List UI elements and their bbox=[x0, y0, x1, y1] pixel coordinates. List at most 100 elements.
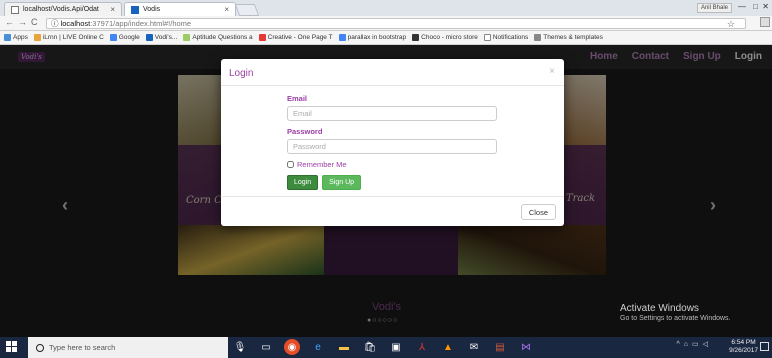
photos-icon[interactable]: ▣ bbox=[388, 339, 404, 355]
bookmark-label: Choco - micro store bbox=[421, 34, 478, 41]
close-window-icon[interactable]: ✕ bbox=[762, 2, 769, 11]
url-host: localhost bbox=[60, 19, 91, 28]
clock-date: 9/26/2017 bbox=[729, 347, 758, 354]
activate-subtitle: Go to Settings to activate Windows. bbox=[620, 315, 731, 322]
bookmarks-bar: Apps iLrnn | LIVE Online C Google Vodi's… bbox=[0, 31, 772, 45]
volume-icon[interactable]: ◁ bbox=[703, 340, 708, 348]
ilrnn-icon bbox=[33, 34, 41, 41]
bookmark-apps[interactable]: Apps bbox=[4, 34, 28, 41]
email-field[interactable] bbox=[287, 106, 497, 121]
login-modal: Login × Email Password Remember Me Login bbox=[221, 59, 564, 226]
activate-title: Activate Windows bbox=[620, 303, 699, 314]
bookmark-ilrnn[interactable]: iLrnn | LIVE Online C bbox=[33, 34, 104, 41]
bookmark-vodis[interactable]: Vodi's... bbox=[145, 34, 178, 41]
bookmark-label: Notifications bbox=[492, 34, 529, 41]
new-tab-button[interactable] bbox=[234, 4, 260, 16]
tab-close-icon[interactable]: × bbox=[110, 5, 115, 14]
vodis-favicon-icon bbox=[131, 5, 139, 14]
tab-label: localhost/Vodis.Api/Odat bbox=[23, 6, 99, 13]
bookmark-creative[interactable]: Creative - One Page T bbox=[258, 34, 333, 41]
microphone-icon[interactable]: 🎙 bbox=[232, 339, 248, 355]
taskbar-search-placeholder: Type here to search bbox=[49, 343, 116, 352]
chrome-icon[interactable]: ◉ bbox=[284, 339, 300, 355]
bookmark-google[interactable]: Google bbox=[109, 34, 140, 41]
modal-header: Login × bbox=[221, 59, 564, 86]
email-label: Email bbox=[287, 94, 308, 103]
url-input[interactable]: ⓘ localhost:37971/app/index.html#!/home … bbox=[46, 18, 746, 29]
clock-time: 6:54 PM bbox=[731, 339, 756, 346]
info-icon: ⓘ bbox=[51, 19, 61, 28]
bookmark-notifications[interactable]: Notifications bbox=[483, 34, 529, 41]
aptitude-icon bbox=[183, 34, 191, 41]
google-icon bbox=[338, 34, 346, 41]
show-hidden-icons-icon[interactable]: ^ bbox=[676, 341, 679, 348]
taskbar-apps: 🎙 ▭ ◉ e ▬ 🛍 ▣ ⅄ ▲ ✉ ▤ ⋈ bbox=[232, 339, 534, 355]
taskbar-search[interactable]: Type here to search bbox=[28, 337, 228, 358]
choco-icon bbox=[412, 34, 420, 41]
apps-grid-icon bbox=[4, 34, 11, 41]
vlc-icon[interactable]: ▲ bbox=[440, 339, 456, 355]
forward-icon[interactable]: → bbox=[18, 17, 27, 27]
maximize-icon[interactable]: □ bbox=[753, 2, 758, 11]
bookmark-aptitude[interactable]: Aptitude Questions a bbox=[183, 34, 253, 41]
back-icon[interactable]: ← bbox=[5, 17, 14, 27]
minimize-icon[interactable]: — bbox=[738, 2, 746, 11]
login-form: Email Password Remember Me Login Sign Up bbox=[287, 94, 497, 190]
file-explorer-icon[interactable]: ▬ bbox=[336, 339, 352, 355]
network-icon[interactable]: ⌂ bbox=[684, 341, 688, 348]
modal-title: Login bbox=[229, 68, 254, 79]
themes-icon bbox=[534, 34, 542, 41]
page-icon bbox=[11, 5, 19, 14]
bookmark-choco[interactable]: Choco - micro store bbox=[412, 34, 478, 41]
battery-icon[interactable]: ▭ bbox=[692, 340, 699, 348]
page-icon bbox=[483, 34, 491, 41]
store-icon[interactable]: 🛍 bbox=[362, 339, 378, 355]
extension-icon[interactable] bbox=[760, 17, 770, 27]
sign-up-button[interactable]: Sign Up bbox=[322, 175, 362, 190]
web-page: Vodi's Home Contact Sign Up Login Corn C… bbox=[0, 45, 772, 337]
reload-icon[interactable]: C bbox=[31, 17, 38, 27]
bookmark-label: parallax in bootstrap bbox=[347, 34, 407, 41]
form-buttons: Login Sign Up bbox=[287, 175, 497, 190]
action-center-icon[interactable] bbox=[760, 342, 769, 351]
tab-vodis[interactable]: Vodis × bbox=[124, 2, 236, 16]
mail-icon[interactable]: ✉ bbox=[466, 339, 482, 355]
bookmark-label: Vodi's... bbox=[154, 34, 178, 41]
google-icon bbox=[109, 34, 117, 41]
vodis-icon bbox=[145, 34, 153, 41]
password-label: Password bbox=[287, 127, 323, 136]
remember-me[interactable]: Remember Me bbox=[287, 160, 497, 169]
taskbar-clock[interactable]: 6:54 PM 9/26/2017 bbox=[729, 339, 758, 355]
tab-odata[interactable]: localhost/Vodis.Api/Odat × bbox=[4, 2, 122, 16]
system-tray: ^ ⌂ ▭ ◁ bbox=[676, 340, 708, 349]
bookmark-label: Google bbox=[118, 34, 140, 41]
remember-me-checkbox[interactable] bbox=[287, 161, 294, 168]
bookmark-themes[interactable]: Themes & templates bbox=[534, 34, 603, 41]
bookmark-label: iLrnn | LIVE Online C bbox=[42, 34, 104, 41]
task-view-icon[interactable]: ▭ bbox=[258, 339, 274, 355]
tab-close-icon[interactable]: × bbox=[224, 5, 229, 14]
visual-studio-icon[interactable]: ⋈ bbox=[518, 339, 534, 355]
windows-start-icon[interactable] bbox=[6, 341, 18, 353]
login-button[interactable]: Login bbox=[287, 175, 319, 190]
pdf-icon[interactable]: ⅄ bbox=[414, 339, 430, 355]
remember-me-label: Remember Me bbox=[297, 160, 347, 169]
close-button[interactable]: Close bbox=[520, 204, 556, 220]
modal-footer: Close bbox=[221, 196, 564, 226]
tab-label: Vodis bbox=[143, 6, 161, 13]
creative-icon bbox=[258, 34, 266, 41]
office-icon[interactable]: ▤ bbox=[492, 339, 508, 355]
bookmark-label: Apps bbox=[13, 34, 28, 41]
screen: localhost/Vodis.Api/Odat × Vodis × Anil … bbox=[0, 0, 772, 358]
bookmark-label: Themes & templates bbox=[543, 34, 603, 41]
profile-button[interactable]: Anil Bhale bbox=[696, 3, 732, 13]
taskbar: Type here to search 🎙 ▭ ◉ e ▬ 🛍 ▣ ⅄ ▲ ✉ … bbox=[0, 337, 772, 358]
url-path: :37971/app/index.html#!/home bbox=[90, 19, 192, 28]
bookmark-parallax[interactable]: parallax in bootstrap bbox=[338, 34, 407, 41]
password-field[interactable] bbox=[287, 139, 497, 154]
bookmark-star-icon[interactable]: ☆ bbox=[727, 19, 735, 29]
edge-icon[interactable]: e bbox=[310, 339, 326, 355]
email-group: Email bbox=[287, 94, 497, 121]
bookmark-label: Aptitude Questions a bbox=[192, 34, 253, 41]
close-icon[interactable]: × bbox=[549, 66, 555, 77]
